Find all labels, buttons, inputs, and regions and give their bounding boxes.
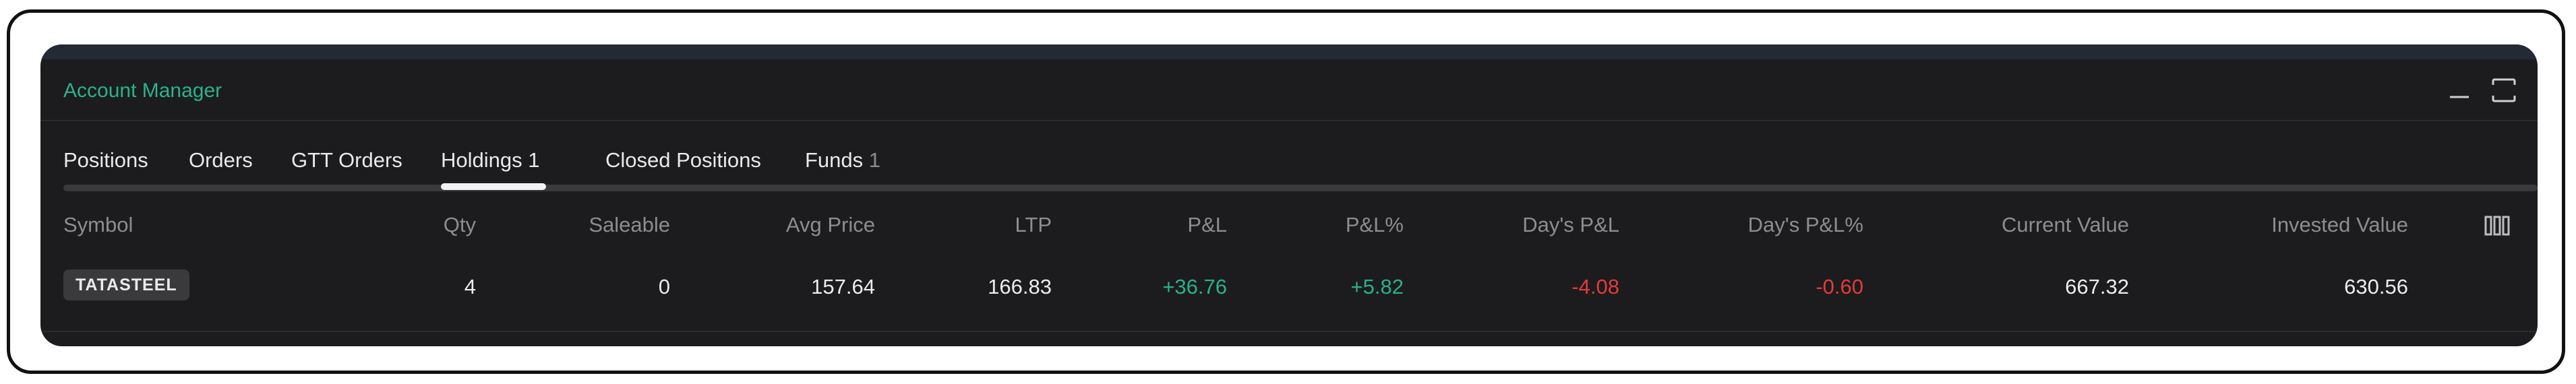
tab-scroll-track[interactable] — [63, 185, 2538, 191]
ltp-value: 166.83 — [988, 275, 1052, 298]
panel-title: Account Manager — [63, 79, 222, 102]
current-value: 667.32 — [2065, 275, 2129, 298]
maximize-icon[interactable] — [2490, 77, 2517, 104]
row-divider — [40, 331, 2538, 332]
avg-price-value: 157.64 — [811, 275, 875, 298]
symbol-badge[interactable]: TATASTEEL — [63, 269, 189, 300]
pnl-value: +36.76 — [1162, 275, 1227, 298]
tab-orders[interactable]: Orders — [189, 148, 253, 172]
tab-label: Closed Positions — [605, 148, 761, 172]
tab-label: Funds — [805, 148, 864, 172]
tab-label: Positions — [63, 148, 148, 172]
qty-value: 4 — [464, 275, 476, 298]
col-pnl-pct[interactable]: P&L% — [1346, 213, 1404, 237]
panel-top-strip — [40, 44, 2538, 59]
tab-label: GTT Orders — [291, 148, 402, 172]
tab-label: Orders — [189, 148, 253, 172]
col-ltp[interactable]: LTP — [1015, 213, 1052, 237]
col-invested-value[interactable]: Invested Value — [2271, 213, 2408, 237]
tab-positions[interactable]: Positions — [63, 148, 148, 172]
day-pnl-pct-value: -0.60 — [1816, 275, 1863, 298]
col-symbol[interactable]: Symbol — [63, 213, 133, 237]
col-day-pnl[interactable]: Day's P&L — [1522, 213, 1619, 237]
col-saleable[interactable]: Saleable — [589, 213, 670, 237]
pnl-pct-value: +5.82 — [1350, 275, 1404, 298]
col-pnl[interactable]: P&L — [1187, 213, 1227, 237]
tab-count: 1 — [528, 148, 540, 172]
col-avg-price[interactable]: Avg Price — [786, 213, 875, 237]
col-qty[interactable]: Qty — [444, 213, 476, 237]
tab-holdings[interactable]: Holdings 1 — [441, 148, 540, 172]
table-header: Symbol Qty Saleable Avg Price LTP P&L P&… — [40, 205, 2538, 245]
col-day-pnl-pct[interactable]: Day's P&L% — [1748, 213, 1863, 237]
tab-funds[interactable]: Funds 1 — [805, 148, 880, 172]
table-row[interactable]: TATASTEEL 4 0 157.64 166.83 +36.76 +5.82… — [40, 267, 2538, 307]
tab-closed-positions[interactable]: Closed Positions — [605, 148, 761, 172]
minimize-icon[interactable] — [2446, 77, 2473, 104]
invested-value: 630.56 — [2344, 275, 2408, 298]
tab-count: 1 — [868, 148, 881, 172]
panel-header: Account Manager — [40, 59, 2538, 121]
tab-gtt-orders[interactable]: GTT Orders — [291, 148, 402, 172]
saleable-value: 0 — [658, 275, 670, 298]
active-tab-indicator — [441, 183, 546, 190]
tab-label: Holdings — [441, 148, 522, 172]
col-current-value[interactable]: Current Value — [2002, 213, 2129, 237]
day-pnl-value: -4.08 — [1571, 275, 1619, 298]
columns-icon[interactable] — [2484, 214, 2511, 237]
account-manager-panel: Account Manager Positions Orders GTT Ord… — [40, 44, 2538, 346]
